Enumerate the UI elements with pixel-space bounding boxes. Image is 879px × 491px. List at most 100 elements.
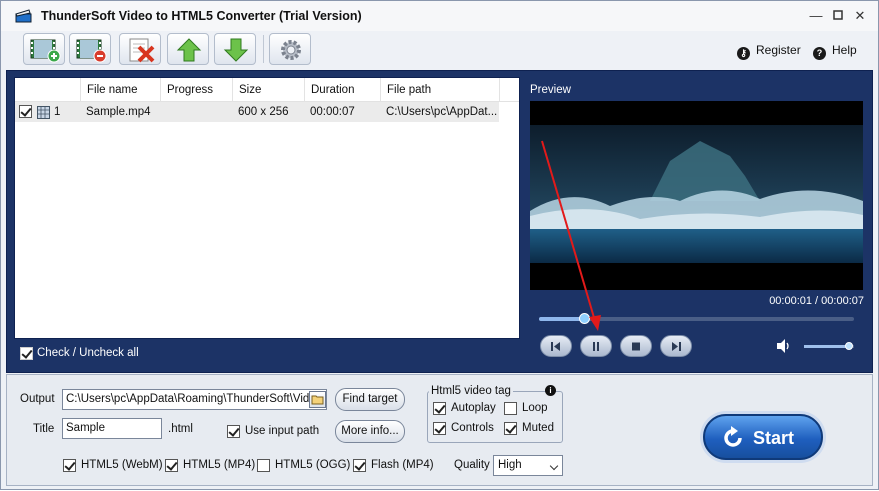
file-list[interactable]: File name Progress Size Duration File pa… [14, 77, 520, 339]
row-checkbox[interactable] [19, 105, 32, 118]
pause-button[interactable] [580, 335, 612, 357]
help-link[interactable]: ? Help [813, 43, 857, 60]
settings-button[interactable] [269, 33, 311, 65]
output-settings-panel: Output C:\Users\pc\AppData\Roaming\Thund… [6, 374, 873, 486]
seek-bar[interactable] [539, 313, 854, 324]
check-all-label: Check / Uncheck all [37, 347, 139, 359]
format-label-html5-webm: HTML5 (WebM) [81, 459, 163, 471]
check-all-checkbox[interactable] [20, 347, 33, 360]
seek-bar-handle[interactable] [579, 313, 591, 324]
title-bar: ThunderSoft Video to HTML5 Converter (Tr… [1, 1, 878, 31]
quality-label: Quality [454, 459, 490, 471]
help-label: Help [832, 43, 857, 57]
format-label-html5-mp4: HTML5 (MP4) [183, 459, 256, 471]
next-button[interactable] [660, 335, 692, 357]
seek-bar-fill [539, 317, 585, 321]
arrow-down-icon [223, 38, 249, 62]
register-label: Register [756, 43, 801, 57]
more-info-button[interactable]: More info... [335, 420, 405, 443]
volume-slider-handle[interactable] [845, 342, 853, 350]
column-header-size[interactable]: Size [232, 78, 304, 102]
format-checkbox-html5-ogg[interactable] [257, 459, 270, 472]
row-file-path: C:\Users\pc\AppDat... [386, 106, 498, 118]
skip-forward-icon [672, 342, 681, 351]
stop-button[interactable] [620, 335, 652, 357]
add-video-button[interactable] [23, 33, 65, 65]
column-header-duration[interactable]: Duration [304, 78, 380, 102]
column-header-file-path[interactable]: File path [380, 78, 500, 102]
format-label-html5-ogg: HTML5 (OGG) [275, 459, 351, 471]
volume-slider[interactable] [804, 342, 854, 350]
muted-label: Muted [522, 422, 554, 434]
title-input-value: Sample [66, 422, 105, 434]
film-add-icon [30, 39, 61, 63]
remove-video-button[interactable] [69, 33, 111, 65]
volume-icon[interactable] [775, 338, 793, 354]
skip-back-icon [551, 342, 560, 351]
start-label: Start [753, 428, 795, 448]
gear-icon [281, 40, 301, 60]
help-icon: ? [813, 47, 826, 60]
output-path-value: C:\Users\pc\AppData\Roaming\ThunderSoft\… [66, 393, 323, 405]
html5-video-tag-title: Html5 video tag [429, 385, 513, 397]
close-icon[interactable]: ✕ [850, 7, 870, 25]
maximize-icon[interactable] [828, 7, 848, 25]
output-path-input[interactable]: C:\Users\pc\AppData\Roaming\ThunderSoft\… [62, 389, 327, 410]
use-input-path-checkbox[interactable] [227, 425, 240, 438]
register-link[interactable]: ⚷ Register [737, 43, 801, 60]
quality-select-value: High [498, 459, 522, 471]
controls-checkbox[interactable] [433, 422, 446, 435]
muted-checkbox[interactable] [504, 422, 517, 435]
loop-checkbox[interactable] [504, 402, 517, 415]
row-duration: 00:00:07 [310, 106, 355, 118]
quality-select[interactable]: High [493, 455, 563, 476]
title-input[interactable]: Sample [62, 418, 162, 439]
previous-button[interactable] [540, 335, 572, 357]
video-file-icon [37, 106, 50, 119]
film-remove-icon [76, 39, 107, 63]
output-label: Output [20, 393, 55, 405]
browse-folder-button[interactable] [309, 391, 326, 408]
pause-icon [593, 342, 599, 351]
toolbar: ⚷ Register ? Help [1, 31, 878, 69]
time-display: 00:00:01 / 00:00:07 [769, 295, 864, 307]
video-preview [530, 101, 863, 290]
chevron-down-icon [549, 461, 559, 471]
key-icon: ⚷ [737, 47, 750, 60]
loop-label: Loop [522, 402, 548, 414]
html5-video-tag-group [427, 391, 563, 443]
column-header-file-name[interactable]: File name [80, 78, 160, 102]
stop-icon [632, 342, 640, 351]
video-frame-image [530, 101, 863, 290]
row-size: 600 x 256 [238, 106, 289, 118]
file-list-header: File name Progress Size Duration File pa… [15, 78, 519, 102]
toolbar-separator [263, 35, 264, 63]
info-icon[interactable]: i [545, 385, 556, 396]
row-progress [166, 102, 230, 122]
autoplay-checkbox[interactable] [433, 402, 446, 415]
row-file-name: Sample.mp4 [86, 106, 151, 118]
volume-slider-fill [804, 345, 849, 348]
start-button[interactable]: Start [703, 414, 823, 460]
clear-list-button[interactable] [119, 33, 161, 65]
film-clapper-icon [15, 9, 32, 23]
minimize-icon[interactable]: — [806, 7, 826, 25]
window-title: ThunderSoft Video to HTML5 Converter (Tr… [41, 9, 362, 23]
arrow-up-icon [176, 38, 202, 62]
format-checkbox-flash-mp4[interactable] [353, 459, 366, 472]
title-label: Title [33, 423, 55, 435]
format-checkbox-html5-webm[interactable] [63, 459, 76, 472]
title-suffix: .html [168, 423, 193, 435]
delete-document-icon [129, 38, 155, 63]
table-row[interactable]: 1 Sample.mp4 600 x 256 00:00:07 C:\Users… [15, 102, 499, 122]
format-checkbox-html5-mp4[interactable] [165, 459, 178, 472]
column-header-progress[interactable]: Progress [160, 78, 232, 102]
row-index: 1 [54, 106, 61, 118]
app-window: ThunderSoft Video to HTML5 Converter (Tr… [0, 0, 879, 490]
find-target-button[interactable]: Find target [335, 388, 405, 411]
refresh-arrow-icon [724, 426, 742, 447]
move-down-button[interactable] [214, 33, 256, 65]
controls-label: Controls [451, 422, 494, 434]
move-up-button[interactable] [167, 33, 209, 65]
main-panel: File name Progress Size Duration File pa… [6, 70, 873, 373]
